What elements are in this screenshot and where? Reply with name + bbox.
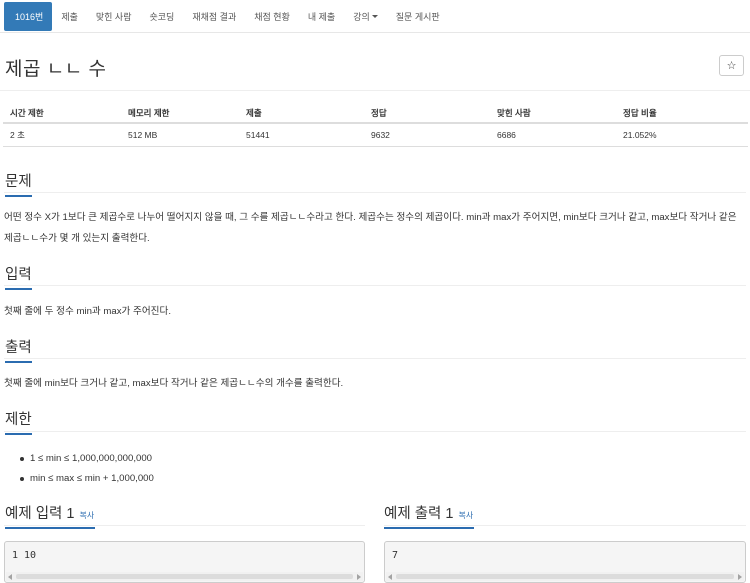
nav-tab-my-submissions[interactable]: 내 제출 <box>299 2 344 31</box>
heading-underline <box>5 527 95 529</box>
heading-underline <box>384 527 474 529</box>
section-heading-input: 입력 <box>5 263 32 290</box>
heading-underline <box>5 195 32 197</box>
scrollbar-thumb[interactable] <box>16 574 353 579</box>
favorite-star-button[interactable]: ☆ <box>719 55 744 76</box>
page-title: 제곱 ㄴㄴ 수 <box>5 59 107 80</box>
nav-divider <box>0 32 750 33</box>
heading-underline <box>5 433 32 435</box>
horizontal-scrollbar[interactable] <box>386 572 744 581</box>
nav-tab-qna[interactable]: 질문 게시판 <box>387 2 449 31</box>
stats-solvers: 6686 <box>490 123 616 147</box>
nav-tab-problem[interactable]: 1016번 <box>4 2 53 31</box>
section-divider <box>4 431 746 432</box>
sample-input-content: 1 10 <box>12 550 37 561</box>
output-description: 첫째 줄에 min보다 크거나 같고, max보다 작거나 같은 제곱ㄴㄴ수의 … <box>4 378 344 389</box>
section-divider <box>4 525 365 526</box>
sample-input-heading-label: 예제 입력 1 <box>5 506 75 522</box>
table-row: 2 초 512 MB 51441 9632 6686 21.052% <box>3 123 748 147</box>
problem-stats-table: 시간 제한 메모리 제한 제출 정답 맞힌 사람 정답 비율 2 초 512 M… <box>3 103 748 147</box>
limits-list: 1 ≤ min ≤ 1,000,000,000,000 min ≤ max ≤ … <box>20 449 154 489</box>
stats-header-ratio: 정답 비율 <box>616 103 748 124</box>
nav-tab-solvers[interactable]: 맞힌 사람 <box>87 2 141 31</box>
section-heading-output-label: 출력 <box>5 340 32 356</box>
stats-ratio: 21.052% <box>616 123 748 147</box>
scroll-left-icon[interactable] <box>388 574 392 580</box>
scroll-right-icon[interactable] <box>738 574 742 580</box>
list-item: min ≤ max ≤ min + 1,000,000 <box>20 469 154 489</box>
section-heading-description-label: 문제 <box>5 174 32 190</box>
heading-underline <box>5 288 32 290</box>
sample-output-heading-label: 예제 출력 1 <box>384 506 454 522</box>
stats-submissions: 51441 <box>239 123 364 147</box>
horizontal-scrollbar[interactable] <box>6 572 363 581</box>
section-heading-description: 문제 <box>5 170 32 197</box>
stats-header-solvers: 맞힌 사람 <box>490 103 616 124</box>
copy-sample-output-button[interactable]: 복사 <box>458 511 473 520</box>
star-icon: ☆ <box>726 60 737 72</box>
section-divider <box>384 525 746 526</box>
stats-time-limit: 2 초 <box>3 123 121 147</box>
list-item: 1 ≤ min ≤ 1,000,000,000,000 <box>20 449 154 469</box>
stats-header-accepted: 정답 <box>364 103 490 124</box>
nav-tab-status[interactable]: 채점 현황 <box>245 2 299 31</box>
section-heading-input-label: 입력 <box>5 267 32 283</box>
stats-header-time-limit: 시간 제한 <box>3 103 121 124</box>
section-heading-sample-input: 예제 입력 1 복사 <box>5 502 95 529</box>
nav-tab-submit[interactable]: 제출 <box>52 2 87 31</box>
stats-memory-limit: 512 MB <box>121 123 239 147</box>
problem-description: 어떤 정수 X가 1보다 큰 제곱수로 나누어 떨어지지 않을 때, 그 수를 … <box>4 212 737 244</box>
section-heading-limits-label: 제한 <box>5 412 32 428</box>
table-header-row: 시간 제한 메모리 제한 제출 정답 맞힌 사람 정답 비율 <box>3 103 748 124</box>
scroll-right-icon[interactable] <box>357 574 361 580</box>
nav-tab-lectures-label: 강의 <box>353 12 370 22</box>
problem-nav: 1016번 제출 맞힌 사람 숏코딩 재채점 결과 채점 현황 내 제출 강의 … <box>4 2 449 31</box>
section-heading-limits: 제한 <box>5 408 32 435</box>
sample-input-box[interactable]: 1 10 <box>4 541 365 583</box>
section-divider <box>4 192 746 193</box>
stats-header-memory-limit: 메모리 제한 <box>121 103 239 124</box>
copy-sample-input-button[interactable]: 복사 <box>79 511 94 520</box>
nav-tab-short-coding[interactable]: 숏코딩 <box>141 2 184 31</box>
section-divider <box>4 358 746 359</box>
stats-header-submissions: 제출 <box>239 103 364 124</box>
sample-output-box[interactable]: 7 <box>384 541 746 583</box>
section-heading-output: 출력 <box>5 336 32 363</box>
section-heading-sample-output: 예제 출력 1 복사 <box>384 502 474 529</box>
input-description: 첫째 줄에 두 정수 min과 max가 주어진다. <box>4 306 171 317</box>
section-divider <box>4 285 746 286</box>
title-divider <box>0 90 750 91</box>
sample-output-content: 7 <box>392 550 399 561</box>
scroll-left-icon[interactable] <box>8 574 12 580</box>
scrollbar-thumb[interactable] <box>396 574 734 579</box>
nav-tab-rejudge[interactable]: 재채점 결과 <box>183 2 245 31</box>
nav-tab-lectures[interactable]: 강의 <box>344 2 387 31</box>
heading-underline <box>5 361 32 363</box>
caret-down-icon <box>371 15 378 18</box>
stats-accepted: 9632 <box>364 123 490 147</box>
